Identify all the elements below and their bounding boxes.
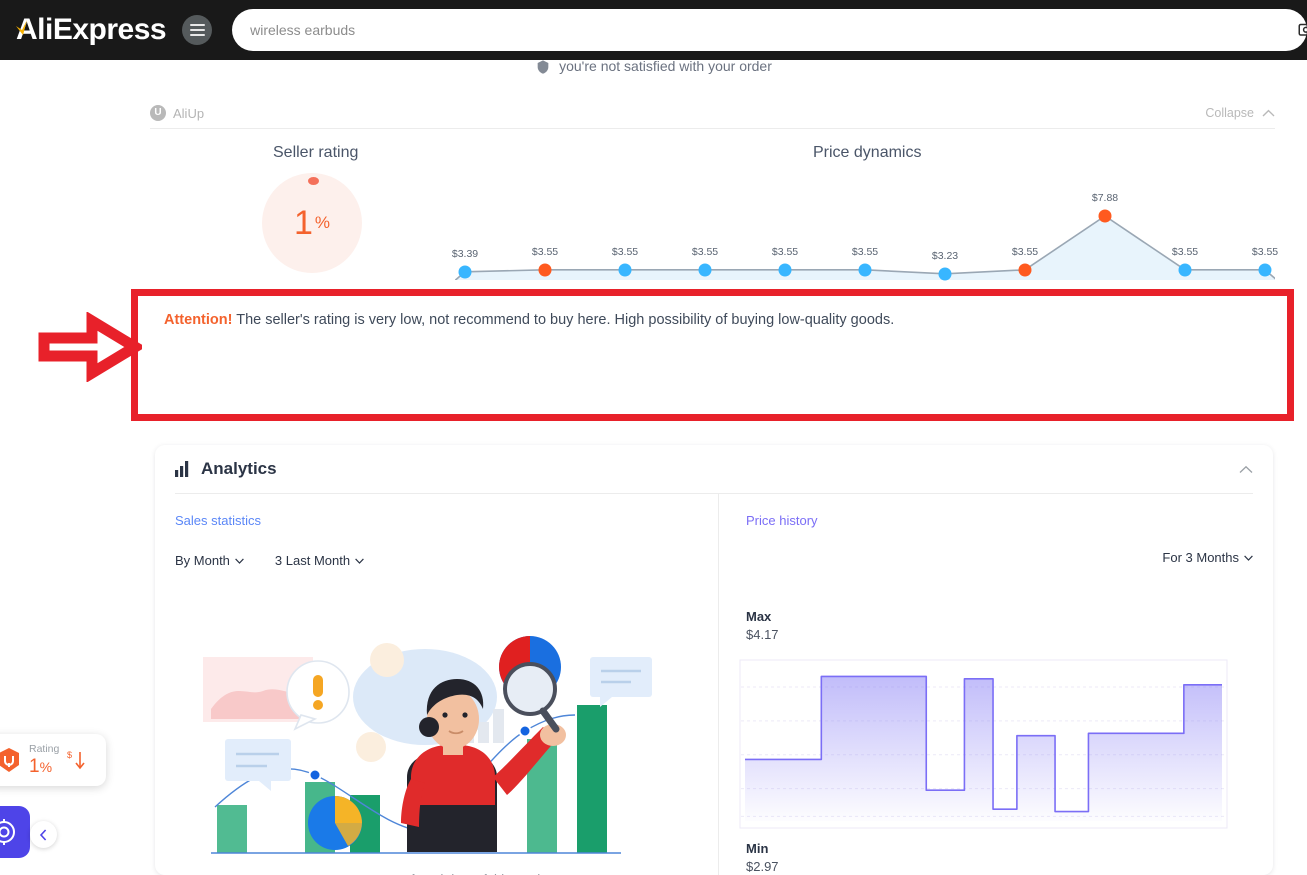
collapse-button[interactable]: Collapse [1205,106,1275,120]
search-bar[interactable] [232,9,1307,51]
logo-check-icon [16,20,27,35]
analytics-header: Analytics [155,445,1273,493]
floating-rating-widget[interactable]: Rating 1% $ [0,734,106,786]
price-dynamics-title: Price dynamics [813,144,922,161]
top-banner-text: you're not satisfied with your order [559,58,772,74]
price-point-label: $3.55 [691,245,719,258]
chevron-down-icon [355,557,364,564]
filter-period[interactable]: 3 Last Month [275,553,364,568]
extension-bar: U AliUp Collapse [150,101,1275,125]
sales-filters: By Month 3 Last Month [175,553,698,568]
site-header: AliExpress [0,0,1307,60]
aliup-badge-icon [0,748,19,772]
price-point[interactable] [778,263,792,277]
price-max-value: $4.17 [746,627,779,642]
warning-headline-bold: Attention! [164,312,233,328]
assistant-target-icon [0,819,15,845]
filter-by-month[interactable]: By Month [175,553,244,568]
aliup-logo-icon: U [150,105,166,121]
price-point-label: $3.39 [451,247,479,260]
seller-warning-box: Attention! The seller's rating is very l… [131,289,1294,421]
sales-statistics-panel: Sales statistics By Month 3 Last Month [155,494,718,875]
shield-icon [537,60,549,74]
seller-rating-unit: % [314,213,331,232]
price-point-label: $3.55 [611,245,639,258]
price-point[interactable] [458,265,472,279]
price-point-label: $3.55 [1171,245,1199,258]
seller-rating-gauge: 1 % [262,173,362,273]
price-min-value: $2.97 [746,859,779,874]
camera-search-icon[interactable] [1297,20,1307,38]
price-history-period[interactable]: For 3 Months [1162,550,1253,565]
chevron-down-icon [1244,554,1253,561]
extension-brand-label: AliUp [173,105,205,121]
analytics-card: Analytics Sales statistics By Month 3 La… [155,445,1273,875]
price-point-label: $3.55 [1251,245,1279,258]
price-point[interactable] [538,263,552,277]
price-history-panel: Price history For 3 Months Max $4.17 Min… [718,494,1273,875]
aliexpress-logo[interactable]: AliExpress [16,13,167,47]
price-point[interactable] [938,267,952,281]
price-point[interactable] [1018,263,1032,277]
sidebar-collapse-button[interactable] [30,821,57,848]
price-point[interactable] [1178,263,1192,277]
price-max-block: Max $4.17 [746,609,779,642]
price-point[interactable] [618,263,632,277]
price-point-label: $3.55 [1011,245,1039,258]
warning-headline-rest: The seller's rating is very low, not rec… [232,312,895,328]
sales-statistics-link[interactable]: Sales statistics [175,513,261,528]
collapse-label: Collapse [1205,106,1254,120]
extension-brand: U AliUp [150,105,204,121]
seller-rating-marker [308,177,319,185]
filter-period-label: 3 Last Month [274,553,351,568]
floating-rating-value: 1 [29,756,40,778]
price-min-label: Min [746,841,769,856]
price-point[interactable] [698,263,712,277]
chevron-down-icon [235,557,244,564]
price-history-area [745,676,1222,821]
price-max-label: Max [746,609,772,624]
price-dynamics-chart: $3.39 $3.55 $3.55 $3.55 $3.55 $3.55 $3.23 $3.55… [434,170,1296,299]
price-point-label: $7.88 [1091,191,1119,204]
chevron-up-icon [1262,109,1275,117]
price-point-label: $3.55 [531,245,559,258]
extension-divider [150,128,1275,129]
price-point[interactable] [1098,209,1112,223]
analytics-title: Analytics [201,459,277,478]
price-history-chart [739,659,1228,829]
seller-rating-title: Seller rating [273,144,359,161]
floating-rating-unit: % [39,759,53,776]
bar-chart-icon [175,461,189,477]
price-point[interactable] [858,263,872,277]
chevron-up-icon[interactable] [1239,465,1253,474]
price-point-label: $3.55 [851,245,879,258]
filter-by-month-label: By Month [175,553,230,568]
page-root: AliExpress you're not satisfied with you… [0,0,1307,875]
warning-headline: Attention! The seller's rating is very l… [164,310,1263,330]
assistant-launcher-button[interactable] [0,806,30,858]
price-min-block: Min $2.97 [746,841,779,874]
price-down-icon[interactable]: $ [67,748,87,772]
price-point-label: $3.55 [771,245,799,258]
seller-rating-value: 1 [293,204,313,242]
svg-text:$: $ [67,750,72,760]
search-input[interactable] [250,22,1289,38]
floating-rating-label: Rating [29,742,60,755]
chevron-left-icon [39,828,47,841]
woman-with-magnifier-charts-illustration [203,636,652,854]
top-banner-cutoff: you're not satisfied with your order [0,58,1307,80]
price-point-label: $3.23 [931,249,959,262]
right-arrow-annotation-icon [38,312,142,382]
price-point[interactable] [1258,263,1272,277]
hamburger-icon[interactable] [182,15,213,45]
price-history-link[interactable]: Price history [746,513,818,528]
price-history-period-label: For 3 Months [1162,550,1239,565]
